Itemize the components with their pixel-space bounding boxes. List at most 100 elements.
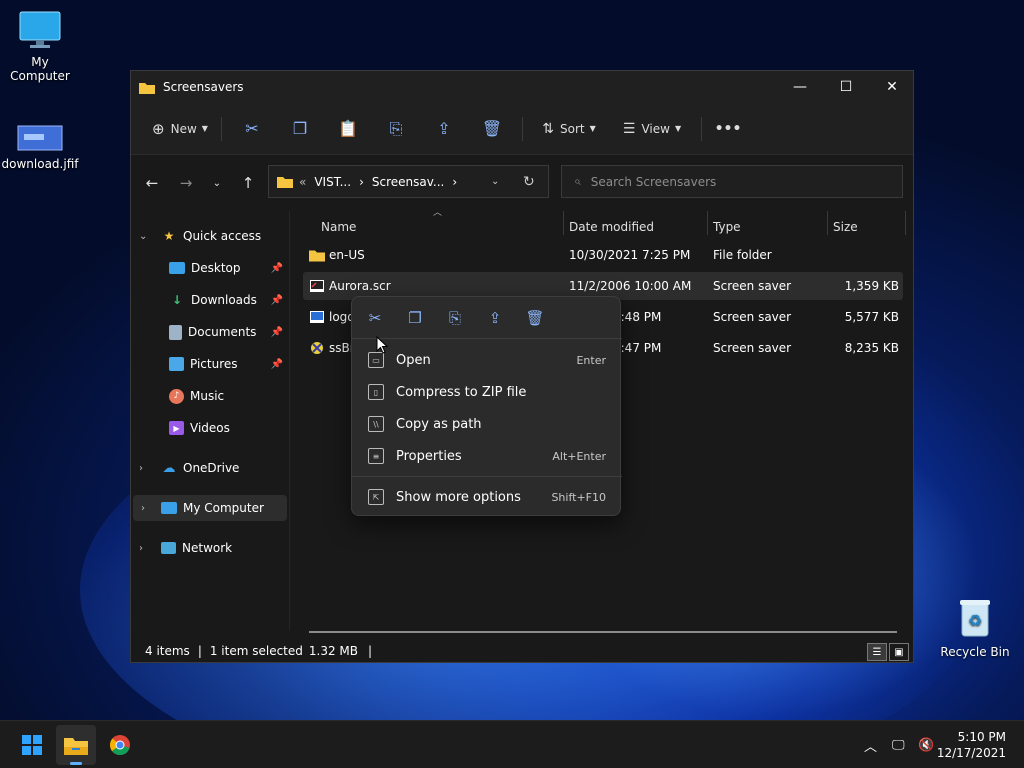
column-separator[interactable]: [707, 211, 708, 235]
minimize-button[interactable]: —: [777, 71, 823, 103]
delete-button[interactable]: 🗑: [468, 112, 516, 146]
volume-button[interactable]: 🔇: [918, 721, 934, 768]
chevron-down-icon[interactable]: ⌄: [139, 231, 147, 242]
pin-icon[interactable]: 📌: [271, 295, 283, 306]
context-rename-button[interactable]: ⎘: [442, 307, 468, 329]
rename-button[interactable]: ⎘: [372, 112, 420, 146]
column-header-date[interactable]: Date modified: [569, 215, 654, 239]
pin-icon[interactable]: 📌: [271, 263, 283, 274]
details-view-button[interactable]: ☰: [867, 643, 887, 661]
file-size: 1,359 KB: [844, 279, 899, 293]
forward-button[interactable]: →: [169, 168, 203, 198]
screensaver-file-icon: [310, 280, 324, 292]
pin-icon[interactable]: 📌: [271, 327, 283, 338]
folder-icon: [309, 250, 325, 262]
address-bar[interactable]: « VIST... › Screensav... › ⌄ ↻: [268, 165, 549, 198]
context-item-label: Open: [396, 352, 431, 368]
sidebar-item-network[interactable]: › Network: [131, 535, 289, 561]
context-cut-button[interactable]: ✂: [362, 307, 388, 329]
recent-locations-button[interactable]: ⌄: [203, 168, 231, 198]
new-button[interactable]: ⊕ New ▼: [145, 112, 215, 146]
show-hidden-icons-button[interactable]: ︿: [864, 721, 877, 768]
network-status-button[interactable]: 🖵: [892, 721, 905, 768]
context-item-show-more-options[interactable]: ⇱ Show more options Shift+F10: [358, 481, 616, 513]
context-item-properties[interactable]: ≡ Properties Alt+Enter: [358, 440, 616, 472]
context-delete-button[interactable]: 🗑: [522, 307, 548, 329]
column-header-type[interactable]: Type: [713, 215, 741, 239]
breadcrumb-overflow[interactable]: «: [299, 175, 306, 189]
sidebar-item-desktop[interactable]: Desktop 📌: [131, 255, 289, 281]
status-selected-count: 1 item selected: [209, 644, 303, 658]
large-icons-view-button[interactable]: ▣: [889, 643, 909, 661]
sidebar-item-music[interactable]: ♪ Music: [131, 383, 289, 409]
context-item-compress-zip[interactable]: ▯ Compress to ZIP file: [358, 376, 616, 408]
desktop-icon-download-jfif[interactable]: download.jfif: [0, 124, 80, 171]
window-title: Screensavers: [163, 80, 244, 94]
up-button[interactable]: ↑: [231, 168, 265, 198]
context-item-label: Compress to ZIP file: [396, 384, 527, 400]
share-button[interactable]: ⇪: [420, 112, 468, 146]
column-separator[interactable]: [563, 211, 564, 235]
more-options-button[interactable]: •••: [708, 112, 748, 146]
sidebar-item-label: Documents: [188, 325, 257, 339]
context-share-button[interactable]: ⇪: [482, 307, 508, 329]
start-button[interactable]: [12, 725, 52, 765]
context-item-open[interactable]: ▭ Open Enter: [358, 344, 616, 376]
sidebar-item-documents[interactable]: Documents 📌: [131, 319, 289, 345]
sort-button[interactable]: ⇅ Sort ▼: [529, 112, 609, 146]
sidebar-item-my-computer[interactable]: › My Computer: [133, 495, 287, 521]
clock[interactable]: 5:10 PM 12/17/2021: [937, 729, 1006, 761]
pin-icon[interactable]: 📌: [271, 359, 283, 370]
column-separator[interactable]: [827, 211, 828, 235]
context-item-shortcut: Enter: [576, 353, 606, 367]
horizontal-scrollbar[interactable]: [309, 631, 897, 633]
file-size: 8,235 KB: [844, 341, 899, 355]
chevron-right-icon[interactable]: ›: [139, 463, 143, 474]
desktop-icon-my-computer[interactable]: My Computer: [0, 10, 80, 83]
file-size: 5,577 KB: [844, 310, 899, 324]
context-item-copy-as-path[interactable]: \\ Copy as path: [358, 408, 616, 440]
sidebar-item-videos[interactable]: ▶ Videos: [131, 415, 289, 441]
scissors-icon: ✂: [368, 309, 382, 327]
back-button[interactable]: ←: [135, 168, 169, 198]
column-header-size[interactable]: Size: [833, 215, 858, 239]
paste-button[interactable]: 📋: [324, 112, 372, 146]
context-copy-button[interactable]: ❐: [402, 307, 428, 329]
folder-icon: [139, 82, 155, 94]
chevron-right-icon[interactable]: ›: [141, 503, 145, 514]
sort-button-label: Sort: [559, 121, 585, 136]
status-selected-size: 1.32 MB: [308, 644, 359, 658]
command-bar: ⊕ New ▼ ✂ ❐ 📋 ⎘ ⇪ 🗑 ⇅ Sort ▼ ☰ View ▼ ••…: [131, 103, 913, 155]
search-input[interactable]: ⌕ Search Screensavers: [561, 165, 903, 198]
refresh-icon[interactable]: ↻: [523, 174, 535, 190]
zip-icon: ▯: [368, 384, 384, 400]
file-explorer-icon: [64, 738, 88, 755]
sidebar-item-quick-access[interactable]: ⌄ ★ Quick access: [131, 223, 289, 249]
copy-icon: ❐: [292, 119, 308, 138]
table-row[interactable]: en-US 10/30/2021 7:25 PM File folder: [303, 241, 903, 269]
sidebar-item-onedrive[interactable]: › ☁ OneDrive: [131, 455, 289, 481]
sidebar-item-label: Network: [182, 541, 233, 555]
details-view-icon: ☰: [872, 646, 882, 658]
address-dropdown-icon[interactable]: ⌄: [491, 176, 499, 187]
column-separator[interactable]: [905, 211, 906, 235]
column-header-name[interactable]: Name: [321, 215, 356, 239]
clock-time: 5:10 PM: [957, 730, 1006, 744]
copy-button[interactable]: ❐: [276, 112, 324, 146]
taskbar-chrome[interactable]: [100, 725, 140, 765]
breadcrumb-vista[interactable]: VIST...: [314, 175, 351, 189]
sort-icon: ⇅: [542, 120, 554, 137]
breadcrumb-screensavers[interactable]: Screensav...: [372, 175, 444, 189]
pictures-icon: [169, 357, 184, 371]
view-button[interactable]: ☰ View ▼: [609, 112, 695, 146]
desktop-icon-recycle-bin[interactable]: ♻ Recycle Bin: [935, 596, 1015, 659]
close-button[interactable]: ✕: [869, 71, 915, 103]
sidebar-item-pictures[interactable]: Pictures 📌: [131, 351, 289, 377]
pane-divider[interactable]: [289, 211, 290, 631]
chevron-right-icon[interactable]: ›: [139, 543, 143, 554]
cut-button[interactable]: ✂: [228, 112, 276, 146]
sidebar-item-downloads[interactable]: ↓ Downloads 📌: [131, 287, 289, 313]
file-type: Screen saver: [713, 279, 792, 293]
taskbar-file-explorer[interactable]: [56, 725, 96, 765]
maximize-button[interactable]: ☐: [823, 71, 869, 103]
